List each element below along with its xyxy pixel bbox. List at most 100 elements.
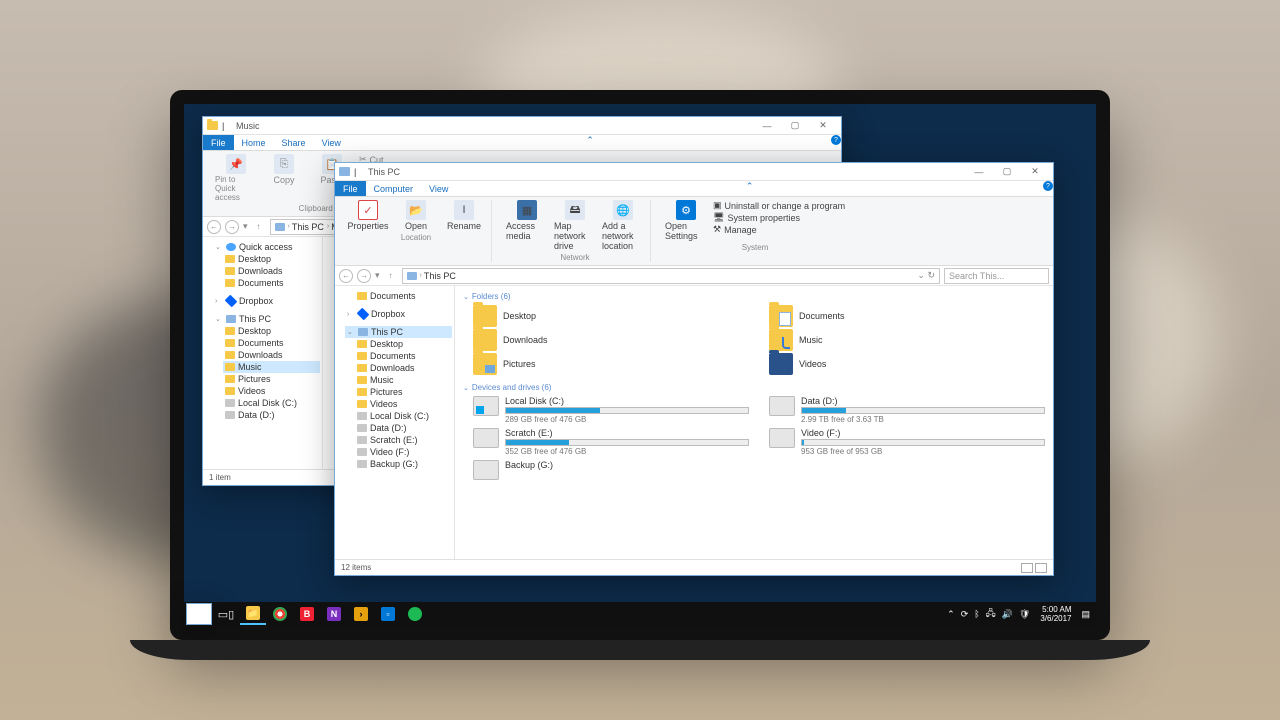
folder-downloads[interactable]: Downloads (473, 329, 749, 351)
tray-sync-icon[interactable]: ⟳ (961, 609, 969, 620)
nav-item[interactable]: Downloads (355, 362, 452, 374)
nav-this-pc[interactable]: ⌄This PC (345, 326, 452, 338)
nav-item[interactable]: Data (D:) (223, 409, 320, 421)
plex-taskbar-button[interactable]: › (348, 603, 374, 625)
folder-desktop[interactable]: Desktop (473, 305, 749, 327)
app-taskbar-button[interactable]: B (294, 603, 320, 625)
tray-volume-icon[interactable]: 🔊 (1002, 609, 1013, 620)
view-tiles-button[interactable] (1035, 563, 1047, 573)
addlocation-button[interactable]: 🌐Add a network location (602, 200, 644, 251)
help-icon[interactable]: ? (831, 135, 841, 145)
start-button[interactable] (186, 603, 212, 625)
nav-recent-icon[interactable]: ▾ (243, 221, 248, 232)
clock[interactable]: 5:00 AM 3/6/2017 (1036, 605, 1075, 623)
tray-bluetooth-icon[interactable]: ᛒ (974, 609, 979, 619)
nav-item[interactable]: Documents (355, 290, 452, 302)
uninstall-button[interactable]: ▣ Uninstall or change a program (713, 200, 845, 211)
nav-up-button[interactable]: ↑ (384, 269, 398, 283)
tab-computer[interactable]: Computer (366, 181, 422, 196)
tab-view[interactable]: View (314, 135, 349, 150)
tray-overflow-icon[interactable]: ⌃ (947, 609, 955, 620)
drive-f[interactable]: Video (F:)953 GB free of 953 GB (769, 428, 1045, 456)
breadcrumb[interactable]: ›This PC ⌄ ↻ (402, 268, 940, 284)
sysprops-button[interactable]: 🖥 System properties (713, 212, 845, 223)
ribbon-collapse-icon[interactable]: ⌃ (582, 135, 598, 150)
nav-item[interactable]: Documents (223, 277, 320, 289)
nav-up-button[interactable]: ↑ (252, 220, 266, 234)
tab-share[interactable]: Share (274, 135, 314, 150)
nav-recent-icon[interactable]: ▾ (375, 270, 380, 281)
media-button[interactable]: ▦Access media (506, 200, 548, 241)
tab-home[interactable]: Home (234, 135, 274, 150)
tray-network-icon[interactable]: 🖧 (986, 606, 996, 622)
tray-security-icon[interactable]: 🛡 (1019, 609, 1030, 620)
folder-music[interactable]: Music (769, 329, 1045, 351)
spotify-taskbar-button[interactable] (402, 603, 428, 625)
nav-back-button[interactable]: ← (339, 269, 353, 283)
nav-dropbox[interactable]: ›Dropbox (213, 295, 320, 307)
nav-dropbox[interactable]: ›Dropbox (345, 308, 452, 320)
store-taskbar-button[interactable]: ▫ (375, 603, 401, 625)
close-button[interactable]: ✕ (809, 118, 837, 134)
folder-documents[interactable]: Documents (769, 305, 1045, 327)
drive-d[interactable]: Data (D:)2.99 TB free of 3.63 TB (769, 396, 1045, 424)
drive-g[interactable]: Backup (G:) (473, 460, 749, 480)
folder-videos[interactable]: Videos (769, 353, 1045, 375)
tab-file[interactable]: File (203, 135, 234, 150)
manage-button[interactable]: ⚒ Manage (713, 224, 845, 235)
maximize-button[interactable]: ▢ (781, 118, 809, 134)
folder-pictures[interactable]: Pictures (473, 353, 749, 375)
pin-button[interactable]: 📌Pin to Quick access (215, 154, 257, 202)
nav-item[interactable]: Desktop (223, 253, 320, 265)
nav-item[interactable]: Local Disk (C:) (223, 397, 320, 409)
taskview-button[interactable]: ▭▯ (213, 603, 239, 625)
rename-button[interactable]: IRename (443, 200, 485, 231)
minimize-button[interactable]: — (753, 118, 781, 134)
content-area[interactable]: ⌄Folders (6) Desktop Documents Downloads… (455, 286, 1053, 559)
titlebar[interactable]: | This PC — ▢ ✕ (335, 163, 1053, 181)
nav-item[interactable]: Videos (355, 398, 452, 410)
close-button[interactable]: ✕ (1021, 164, 1049, 180)
nav-item[interactable]: Videos (223, 385, 320, 397)
nav-item[interactable]: Scratch (E:) (355, 434, 452, 446)
folders-group-header[interactable]: ⌄Folders (6) (463, 290, 1045, 303)
nav-item[interactable]: Video (F:) (355, 446, 452, 458)
nav-item[interactable]: Desktop (223, 325, 320, 337)
drive-c[interactable]: Local Disk (C:)289 GB free of 476 GB (473, 396, 749, 424)
nav-item[interactable]: Desktop (355, 338, 452, 350)
mapdrive-button[interactable]: 🖴Map network drive (554, 200, 596, 251)
nav-forward-button[interactable]: → (225, 220, 239, 234)
tab-view[interactable]: View (421, 181, 456, 196)
titlebar[interactable]: | Music — ▢ ✕ (203, 117, 841, 135)
action-center-button[interactable]: ▤ (1081, 609, 1090, 620)
drive-e[interactable]: Scratch (E:)352 GB free of 476 GB (473, 428, 749, 456)
nav-item[interactable]: Downloads (223, 349, 320, 361)
explorer-taskbar-button[interactable]: 📁 (240, 603, 266, 625)
nav-item[interactable]: Data (D:) (355, 422, 452, 434)
nav-item[interactable]: Local Disk (C:) (355, 410, 452, 422)
maximize-button[interactable]: ▢ (993, 164, 1021, 180)
nav-item[interactable]: Music (355, 374, 452, 386)
nav-item[interactable]: Pictures (355, 386, 452, 398)
onenote-taskbar-button[interactable]: N (321, 603, 347, 625)
copy-button[interactable]: ⎘Copy (263, 154, 305, 185)
nav-item[interactable]: Pictures (223, 373, 320, 385)
ribbon-collapse-icon[interactable]: ⌃ (742, 181, 758, 196)
nav-item[interactable]: Documents (355, 350, 452, 362)
explorer-window-thispc[interactable]: | This PC — ▢ ✕ File Computer View ⌃ ? ✓… (334, 162, 1054, 576)
search-input[interactable]: Search This... (944, 268, 1049, 284)
nav-this-pc[interactable]: ⌄This PC (213, 313, 320, 325)
settings-button[interactable]: ⚙Open Settings (665, 200, 707, 241)
nav-back-button[interactable]: ← (207, 220, 221, 234)
nav-item[interactable]: Downloads (223, 265, 320, 277)
properties-button[interactable]: ✓Properties (347, 200, 389, 231)
nav-item[interactable]: Backup (G:) (355, 458, 452, 470)
nav-quick-access[interactable]: ⌄Quick access (213, 241, 320, 253)
nav-forward-button[interactable]: → (357, 269, 371, 283)
chrome-taskbar-button[interactable] (267, 603, 293, 625)
open-button[interactable]: 📂Open (395, 200, 437, 231)
nav-item[interactable]: Documents (223, 337, 320, 349)
help-icon[interactable]: ? (1043, 181, 1053, 191)
drives-group-header[interactable]: ⌄Devices and drives (6) (463, 381, 1045, 394)
view-details-button[interactable] (1021, 563, 1033, 573)
